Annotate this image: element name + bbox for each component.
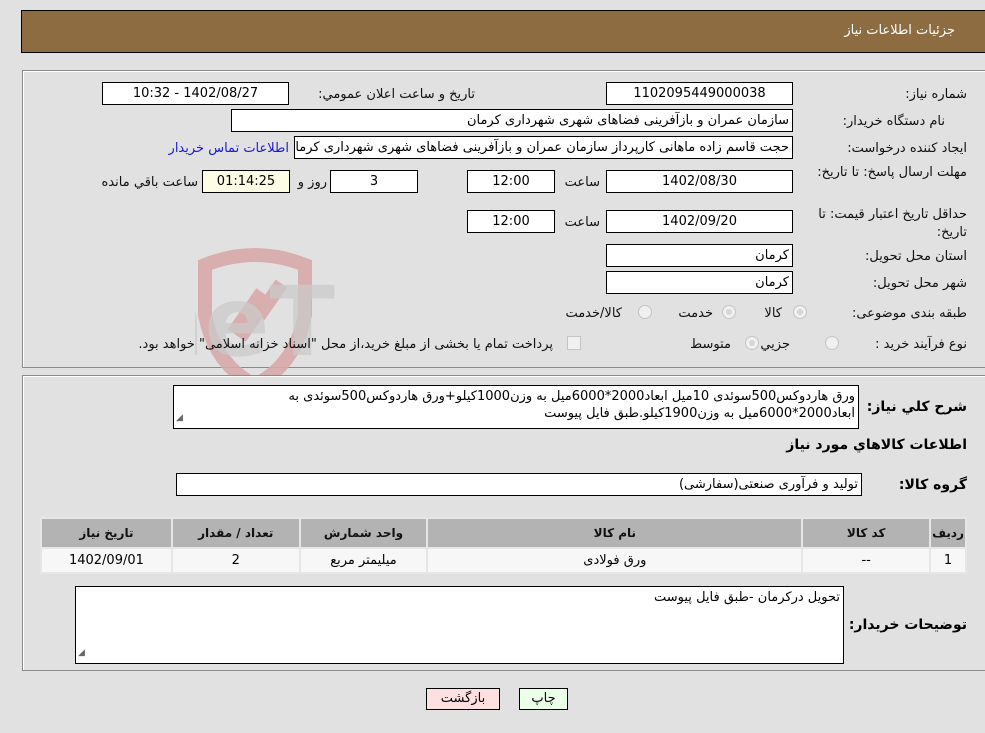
col-row-number: رديف — [929, 517, 967, 549]
cell-unit: میلیمتر مربع — [298, 547, 429, 574]
announce-datetime-label: تاريخ و ساعت اعلان عمومي: — [318, 87, 475, 102]
resize-grip-icon[interactable]: ◢ — [176, 410, 183, 427]
buyer-notes-text: تحویل درکرمان -طبق فایل پیوست — [654, 590, 840, 605]
requester-label: ايجاد کننده درخواست: — [847, 141, 967, 156]
price-validity-time-label: ساعت — [564, 215, 600, 230]
reply-deadline-time-field: 12:00 — [467, 170, 555, 193]
reply-deadline-date-field: 1402/08/30 — [606, 170, 793, 193]
page-header: جزئيات اطلاعات نياز — [21, 10, 985, 53]
purchase-type-radio-medium[interactable] — [745, 336, 759, 350]
goods-table-header: رديف کد کالا نام کالا واحد شمارش تعداد /… — [40, 517, 967, 549]
col-item-name: نام کالا — [426, 517, 804, 549]
delivery-city-label: شهر محل تحويل: — [872, 276, 967, 291]
col-need-date: تاريخ نياز — [40, 517, 173, 549]
delivery-province-field: کرمان — [606, 244, 793, 267]
category-option-service: خدمت — [678, 306, 713, 321]
treasury-payment-note: پرداخت تمام يا بخشی از مبلغ خريد،از محل … — [138, 337, 553, 352]
need-number-label: شماره نياز: — [905, 87, 967, 102]
purchase-type-label: نوع فرآيند خريد : — [875, 337, 967, 352]
category-option-goods: کالا — [764, 306, 782, 321]
goods-table: رديف کد کالا نام کالا واحد شمارش تعداد /… — [40, 517, 967, 574]
delivery-province-label: استان محل تحويل: — [865, 249, 967, 264]
category-radio-goods[interactable] — [793, 305, 807, 319]
buyer-contact-link[interactable]: اطلاعات تماس خريدار — [169, 141, 289, 156]
description-textarea[interactable]: ورق هاردوکس500سوئدی 10میل ابعاد2000*6000… — [173, 385, 859, 429]
buyer-org-label: نام دستگاه خريدار: — [842, 114, 945, 129]
cell-row-number: 1 — [929, 547, 967, 574]
back-button[interactable]: بازگشت — [426, 688, 500, 710]
need-number-field: 1102095449000038 — [606, 82, 793, 105]
price-validity-time-field: 12:00 — [467, 210, 555, 233]
buyer-notes-textarea[interactable]: تحویل درکرمان -طبق فایل پیوست ◢ — [75, 586, 844, 664]
price-validity-label: حداقل تاريخ اعتبار قيمت: تا تاريخ: — [818, 207, 967, 240]
col-quantity: تعداد / مقدار — [170, 517, 301, 549]
cell-need-date: 1402/09/01 — [40, 547, 173, 574]
remaining-days-field: 3 — [330, 170, 418, 193]
category-option-goods-service: کالا/خدمت — [565, 306, 622, 321]
col-item-code: کد کالا — [801, 517, 932, 549]
remaining-time-label: ساعت باقي مانده — [101, 175, 198, 190]
days-label: روز و — [297, 175, 327, 190]
col-unit: واحد شمارش — [298, 517, 429, 549]
announce-datetime-field: 1402/08/27 - 10:32 — [102, 82, 289, 105]
print-button[interactable]: چاپ — [519, 688, 568, 710]
buyer-notes-label: توضيحات خريدار: — [848, 617, 967, 633]
treasury-bonds-checkbox[interactable] — [567, 336, 581, 350]
cell-item-name: ورق فولادی — [426, 547, 804, 574]
remaining-time-field: 01:14:25 — [202, 170, 290, 193]
category-label: طبقه بندی موضوعی: — [851, 306, 967, 321]
price-validity-date-field: 1402/09/20 — [606, 210, 793, 233]
delivery-city-field: کرمان — [606, 271, 793, 294]
purchase-type-option-medium: متوسط — [690, 337, 731, 352]
purchase-type-radio-minor[interactable] — [825, 336, 839, 350]
purchase-type-option-minor: جزيي — [760, 337, 790, 352]
goods-group-field: تولید و فرآوری صنعتی(سفارشی) — [176, 473, 862, 496]
requester-field: حجت قاسم زاده ماهانی کارپرداز سازمان عمر… — [294, 136, 793, 159]
resize-grip-icon[interactable]: ◢ — [78, 645, 85, 662]
buyer-org-field: سازمان عمران و بازآفرینی فضاهای شهری شهر… — [231, 109, 793, 132]
description-text: ورق هاردوکس500سوئدی 10میل ابعاد2000*6000… — [288, 389, 855, 421]
category-radio-goods-service[interactable] — [638, 305, 652, 319]
goods-group-label: گروه کالا: — [898, 477, 967, 493]
reply-deadline-time-label: ساعت — [564, 175, 600, 190]
cell-quantity: 2 — [170, 547, 301, 574]
cell-item-code: -- — [801, 547, 932, 574]
reply-deadline-label: مهلت ارسال پاسخ: تا تاريخ: — [817, 165, 967, 180]
table-row: 1 -- ورق فولادی میلیمتر مربع 2 1402/09/0… — [40, 547, 967, 574]
page-title: جزئيات اطلاعات نياز — [844, 23, 955, 38]
category-radio-service[interactable] — [722, 305, 736, 319]
description-label: شرح کلي نياز: — [866, 399, 967, 415]
goods-section-title: اطلاعات کالاهاي مورد نياز — [786, 437, 967, 453]
